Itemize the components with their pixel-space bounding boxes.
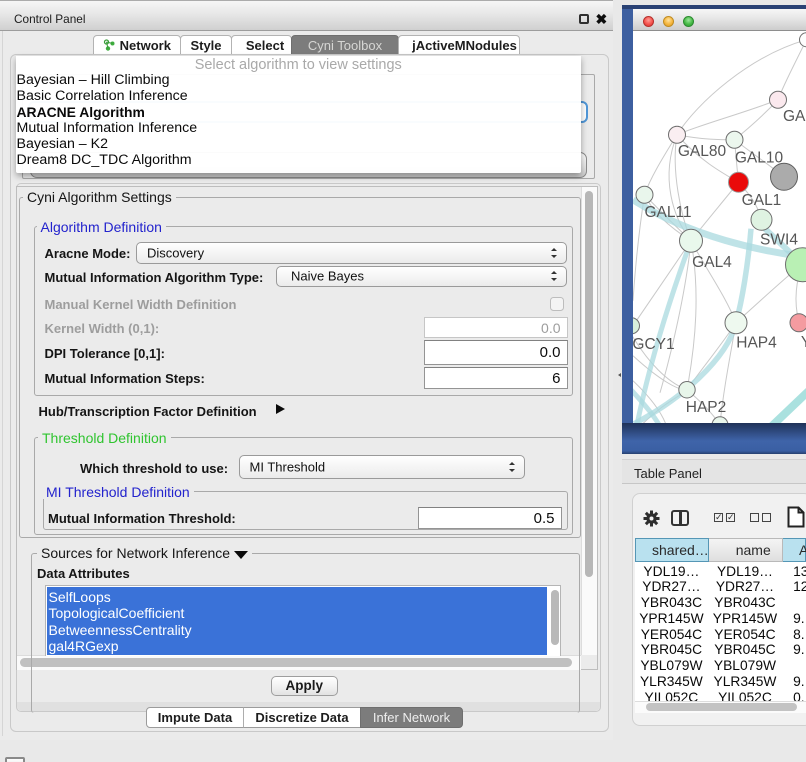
svg-text:SWI4: SWI4: [760, 231, 798, 248]
svg-text:GAL11: GAL11: [644, 203, 691, 220]
svg-text:GAL80: GAL80: [783, 107, 806, 124]
svg-text:HAP4: HAP4: [736, 334, 777, 351]
svg-text:GAL1: GAL1: [742, 191, 782, 208]
svg-text:Y: Y: [801, 333, 806, 350]
svg-text:HAP2: HAP2: [686, 398, 727, 415]
svg-text:GAL4: GAL4: [692, 253, 732, 270]
svg-text:GAL80: GAL80: [678, 142, 727, 159]
svg-text:GAL10: GAL10: [735, 149, 784, 166]
svg-text:GCY1: GCY1: [633, 335, 675, 352]
